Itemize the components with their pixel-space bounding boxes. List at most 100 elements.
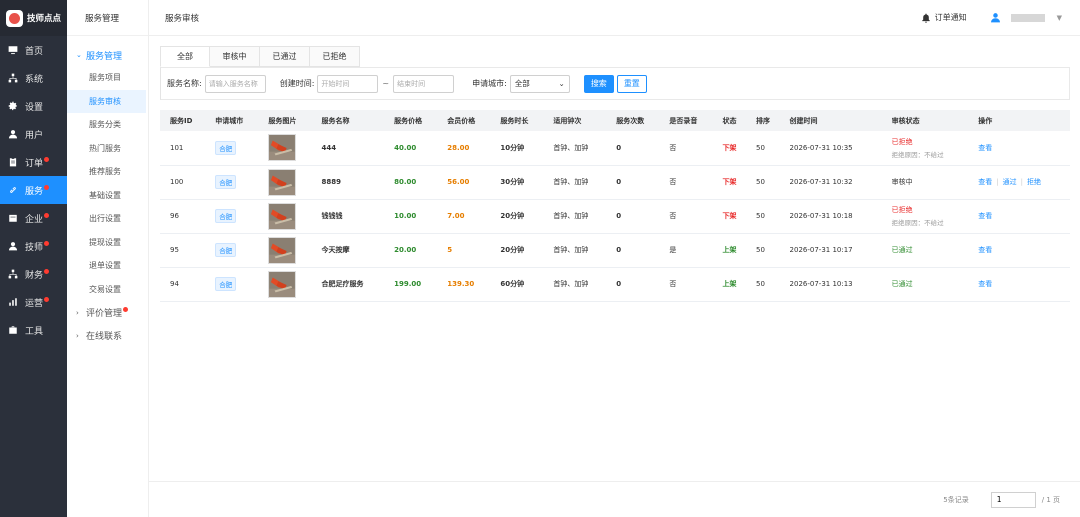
sitemap-icon [8, 269, 18, 279]
audit-status: 已拒绝 [891, 206, 913, 214]
sub-nav-item[interactable]: 服务分类 [67, 113, 146, 137]
service-id: 100 [170, 178, 184, 186]
city-tag: 合肥 [215, 140, 237, 155]
service-price: 80.00 [394, 178, 417, 186]
subgroup-online-contact[interactable]: › 在线联系 [67, 324, 148, 347]
chevron-down-icon: ⌄ [558, 79, 565, 88]
sub-sidebar: 服务管理 ⌄ 服务管理 服务项目 服务审核 服务分类 热门服务 推荐服务 基础设置 出行设置… [67, 0, 149, 517]
nav-item[interactable]: 服务 [0, 176, 67, 204]
nav-item[interactable]: 技师 [0, 232, 67, 260]
link-icon [8, 185, 18, 195]
nav-item[interactable]: 运营 [0, 288, 67, 316]
city-tag: 合肥 [215, 175, 237, 189]
subgroup-service-manage[interactable]: ⌄ 服务管理 [67, 44, 148, 66]
user-menu[interactable]: ▼ [989, 11, 1062, 25]
sub-nav-item[interactable]: 退单设置 [67, 254, 146, 278]
service-price: 20.00 [394, 246, 417, 254]
view-link[interactable]: 查看 [978, 246, 992, 254]
service-name-input[interactable] [204, 74, 266, 93]
status-badge: 下架 [722, 143, 737, 152]
nav-item[interactable]: 订单 [0, 148, 67, 176]
nav-item[interactable]: 系统 [0, 64, 67, 92]
column-header: 会员价格 [437, 110, 491, 131]
sub-nav-item[interactable]: 服务项目 [67, 66, 146, 90]
sub-nav-item[interactable]: 推荐服务 [67, 160, 146, 184]
column-header: 服务名称 [311, 110, 385, 131]
nav-item[interactable]: 用户 [0, 120, 67, 148]
nav-item[interactable]: 设置 [0, 92, 67, 120]
notification-dot [44, 184, 50, 190]
view-link[interactable]: 查看 [978, 212, 992, 220]
tab[interactable]: 审核中 [210, 46, 260, 67]
column-header: 审核状态 [881, 110, 969, 131]
tab[interactable]: 已拒绝 [310, 46, 360, 67]
page-number-input[interactable] [990, 491, 1036, 508]
nav-item[interactable]: 首页 [0, 36, 67, 64]
service-image [268, 168, 297, 196]
created-time: 2026-07-31 10:35 [789, 143, 853, 152]
nav-item-label: 系统 [25, 74, 44, 85]
service-image [268, 236, 297, 264]
nav-item-label: 用户 [25, 130, 44, 141]
subgroup-review-manage[interactable]: › 评价管理 [67, 301, 148, 324]
sub-nav-item[interactable]: 热门服务 [67, 137, 146, 161]
sub-nav-item[interactable]: 出行设置 [67, 207, 146, 231]
service-price: 10.00 [394, 212, 417, 220]
view-link[interactable]: 查看 [978, 178, 992, 186]
tab[interactable]: 已通过 [260, 46, 310, 67]
service-count: 0 [616, 178, 622, 186]
monitor-icon [8, 45, 18, 55]
sub-nav-item[interactable]: 服务审核 [67, 89, 146, 113]
nav-item-label: 企业 [25, 214, 44, 225]
subgroup-label: 服务管理 [86, 51, 123, 62]
service-count: 0 [616, 212, 622, 220]
order-notify-button[interactable]: 订单通知 [921, 12, 967, 23]
service-duration: 30分钟 [500, 178, 525, 186]
city-tag: 合肥 [215, 209, 237, 223]
brand[interactable]: 技师点点 [0, 0, 67, 36]
user-icon [8, 129, 18, 139]
table-row: 96 合肥 钱钱钱 10.00 7.00 20分钟 首钟、加钟 0 否 下架 50 2026-07-3… [160, 199, 1070, 234]
nav-item[interactable]: 企业 [0, 204, 67, 232]
chart-icon [8, 297, 18, 307]
sub-nav-item[interactable]: 交易设置 [67, 278, 146, 302]
sub-nav-item[interactable]: 基础设置 [67, 184, 146, 208]
view-link[interactable]: 查看 [978, 144, 992, 152]
reject-link[interactable]: 拒绝 [1027, 178, 1041, 186]
service-duration: 20分钟 [500, 212, 525, 220]
member-price: 56.00 [447, 178, 470, 186]
service-count: 0 [616, 143, 622, 152]
chevron-down-icon: ⌄ [76, 51, 82, 59]
nav-item[interactable]: 工具 [0, 316, 67, 344]
column-header: 服务图片 [258, 110, 312, 131]
end-time-input[interactable] [393, 74, 455, 93]
column-header: 服务次数 [606, 110, 660, 131]
nav-item-label: 服务 [25, 186, 44, 197]
reject-reason: 拒绝原因：不给过 [891, 219, 944, 227]
sort-value: 50 [756, 178, 765, 186]
start-time-input[interactable] [317, 74, 379, 93]
tab[interactable]: 全部 [160, 46, 210, 67]
total-count: 5条记录 [943, 495, 969, 504]
status-badge: 上架 [722, 246, 737, 254]
nav-item-label: 技师 [25, 242, 44, 253]
service-audit-table: 服务ID 申请城市 服务图片 服务名称 服务价格 会员价格 服务时长 适用钟次 服务次数 是否录音… [160, 110, 1070, 302]
view-link[interactable]: 查看 [978, 280, 992, 288]
clipboard-icon [8, 157, 18, 167]
column-header: 服务ID [160, 110, 206, 131]
nav-item[interactable]: 财务 [0, 260, 67, 288]
service-duration: 60分钟 [500, 280, 525, 288]
service-count: 0 [616, 280, 622, 288]
sub-nav-item[interactable]: 提现设置 [67, 231, 146, 255]
service-image [268, 270, 297, 298]
city-select[interactable]: 全部 ⌄ [509, 74, 570, 93]
search-button[interactable]: 搜索 [583, 74, 614, 93]
member-price: 28.00 [447, 143, 470, 152]
service-id: 94 [170, 280, 179, 288]
approve-link[interactable]: 通过 [1003, 178, 1017, 186]
nav-item-label: 首页 [25, 46, 44, 57]
reject-reason: 拒绝原因：不给过 [891, 150, 944, 159]
clock-type: 首钟、加钟 [553, 178, 589, 186]
reset-button[interactable]: 重置 [616, 74, 647, 93]
service-image [268, 202, 297, 230]
